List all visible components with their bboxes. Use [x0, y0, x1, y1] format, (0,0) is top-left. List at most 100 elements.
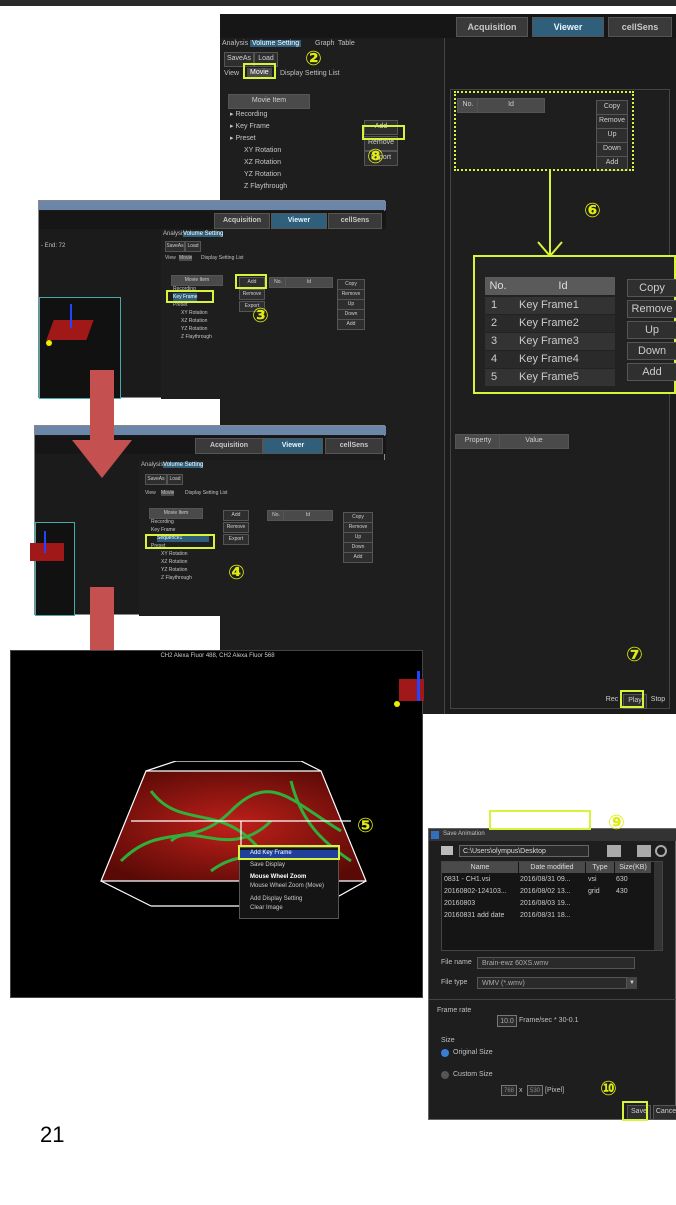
zoom-remove-button[interactable]: Remove — [627, 300, 676, 318]
dialog-app-icon — [431, 831, 439, 839]
file-row[interactable]: 20160831 add date 2016/08/31 18... — [444, 911, 650, 923]
s3-tree-xy[interactable]: XY Rotation — [181, 309, 208, 317]
s3-tab-cellsens[interactable]: cellSens — [328, 213, 382, 229]
path-field[interactable]: C:\Users\olympus\Desktop — [459, 845, 589, 857]
s4-tab-acquisition[interactable]: Acquisition — [195, 438, 263, 454]
s4-export-button[interactable]: Export — [223, 534, 249, 545]
s4-load-button[interactable]: Load — [167, 474, 183, 485]
s4-subtab-display[interactable]: Display Setting List — [185, 490, 228, 496]
tree-recording[interactable]: ▸ Recording — [230, 110, 267, 120]
height-input[interactable]: 530 — [527, 1085, 543, 1096]
menu-mouse-wheel-zoom-move[interactable]: Mouse Wheel Zoom (Move) — [250, 883, 324, 889]
folder-dropdown-icon[interactable] — [607, 845, 621, 857]
s4-add-button[interactable]: Add — [223, 510, 249, 521]
keyframe-row[interactable]: 1 Key Frame1 — [485, 297, 615, 314]
original-size-radio[interactable] — [441, 1049, 449, 1057]
file-row[interactable]: 20160803 2016/08/03 19... — [444, 899, 650, 911]
menu-mouse-wheel-zoom[interactable]: Mouse Wheel Zoom — [250, 874, 306, 880]
col-size[interactable]: Size(KB) — [615, 862, 651, 873]
panel-tab-table[interactable]: Table — [338, 40, 355, 47]
col-date[interactable]: Date modified — [519, 862, 585, 873]
col-type[interactable]: Type — [586, 862, 614, 873]
keyframe-no: 2 — [491, 317, 498, 329]
s4-tree-recording[interactable]: Recording — [151, 518, 174, 526]
s4-tree-yz[interactable]: YZ Rotation — [161, 566, 187, 574]
keyframe-row[interactable]: 5 Key Frame5 — [485, 369, 615, 386]
zoom-down-button[interactable]: Down — [627, 342, 676, 360]
tree-z-flaythrough[interactable]: Z Flaythrough — [244, 182, 287, 192]
zoom-copy-button[interactable]: Copy — [627, 279, 676, 297]
s4-subtab-movie[interactable]: Movie — [161, 490, 175, 496]
width-input[interactable]: 768 — [501, 1085, 517, 1096]
s3-subtab-display[interactable]: Display Setting List — [201, 255, 244, 261]
s3-tree-xz[interactable]: XZ Rotation — [181, 317, 207, 325]
tree-xz-rotation[interactable]: XZ Rotation — [244, 158, 281, 168]
tree-xy-rotation[interactable]: XY Rotation — [244, 146, 281, 156]
s3-remove-button[interactable]: Remove — [239, 289, 265, 300]
file-type-select[interactable]: WMV (*.wmv) — [477, 977, 627, 989]
s3-tree-yz[interactable]: YZ Rotation — [181, 325, 207, 333]
s3-load-button[interactable]: Load — [185, 241, 201, 252]
s4-tree-key-frame[interactable]: Key Frame — [151, 526, 175, 534]
s4-subtab-view[interactable]: View — [145, 490, 156, 496]
s3-panel-tab-volume[interactable]: Volume Setting — [183, 231, 224, 237]
keyframe-row[interactable]: 2 Key Frame2 — [485, 315, 615, 332]
callout-5: ⑤ — [357, 813, 374, 837]
panel-tab-analysis[interactable]: Analysis — [222, 40, 248, 47]
s3-add-button-right[interactable]: Add — [337, 319, 365, 330]
folder-icon[interactable] — [441, 846, 453, 855]
s3-panel-tab-analysis[interactable]: Analysis — [163, 231, 185, 237]
tab-viewer[interactable]: Viewer — [532, 17, 604, 37]
file-type-dropdown-icon[interactable]: ▼ — [627, 977, 637, 989]
frame-rate-input[interactable]: 10.0 — [497, 1015, 517, 1027]
col-name[interactable]: Name — [442, 862, 518, 873]
refresh-icon[interactable] — [655, 845, 667, 857]
s3-tab-viewer[interactable]: Viewer — [271, 213, 327, 229]
highlight-play — [620, 690, 644, 708]
tab-cellsens[interactable]: cellSens — [608, 17, 672, 37]
rec-button[interactable]: Rec — [603, 694, 621, 707]
cancel-button[interactable]: Cance — [653, 1105, 676, 1120]
s4-tree-z[interactable]: Z Flaythrough — [161, 574, 192, 582]
list-scrollbar[interactable] — [654, 862, 662, 950]
s4-tree-xz[interactable]: XZ Rotation — [161, 558, 187, 566]
s4-tree-xy[interactable]: XY Rotation — [161, 550, 188, 558]
s4-axis-icon — [44, 531, 46, 553]
panel-tab-volume-setting[interactable]: Volume Setting — [250, 40, 302, 47]
tab-acquisition[interactable]: Acquisition — [456, 17, 528, 37]
menu-add-display-setting[interactable]: Add Display Setting — [250, 896, 302, 902]
highlight-frame-rate — [489, 810, 591, 830]
s4-remove-button[interactable]: Remove — [223, 522, 249, 533]
keyframe-row[interactable]: 3 Key Frame3 — [485, 333, 615, 350]
s3-tab-acquisition[interactable]: Acquisition — [214, 213, 270, 229]
file-row[interactable]: 0831 - CH1.vsi 2016/08/31 09... vsi 630 — [444, 875, 650, 887]
keyframe-row[interactable]: 4 Key Frame4 — [485, 351, 615, 368]
s3-tree-z[interactable]: Z Flaythrough — [181, 333, 212, 341]
s3-tabbar: Acquisition Viewer cellSens — [39, 211, 386, 229]
zoom-add-button[interactable]: Add — [627, 363, 676, 381]
tree-key-frame[interactable]: ▸ Key Frame — [230, 122, 270, 132]
subtab-view[interactable]: View — [224, 70, 239, 77]
tree-preset[interactable]: ▸ Preset — [230, 134, 256, 144]
s3-subtab-view[interactable]: View — [165, 255, 176, 261]
s3-subtab-movie[interactable]: Movie — [179, 255, 193, 261]
s4-tab-viewer[interactable]: Viewer — [263, 438, 323, 454]
s4-tab-cellsens[interactable]: cellSens — [325, 438, 383, 454]
new-folder-icon[interactable] — [637, 845, 651, 857]
file-row[interactable]: 20160802-124103... 2016/08/02 13... grid 43… — [444, 887, 650, 899]
s3-saveas-button[interactable]: SaveAs — [165, 241, 185, 252]
s4-add-button-right[interactable]: Add — [343, 552, 373, 563]
s4-panel-tab-volume[interactable]: Volume Setting — [163, 462, 204, 468]
s4-panel-tab-analysis[interactable]: Analysis — [141, 462, 163, 468]
tree-yz-rotation[interactable]: YZ Rotation — [244, 170, 281, 180]
menu-clear-image[interactable]: Clear Image — [250, 905, 283, 911]
stop-button[interactable]: Stop — [647, 694, 669, 707]
file-date: 2016/08/31 09... — [520, 876, 571, 883]
movie-item-header: Movie Item — [228, 94, 310, 109]
subtab-display-setting-list[interactable]: Display Setting List — [280, 70, 340, 77]
file-name-input[interactable]: Brain-ewz 60XS.wmv — [477, 957, 635, 969]
s4-saveas-button[interactable]: SaveAs — [145, 474, 167, 485]
zoom-up-button[interactable]: Up — [627, 321, 676, 339]
menu-save-display[interactable]: Save Display — [250, 862, 285, 868]
custom-size-radio[interactable] — [441, 1071, 449, 1079]
